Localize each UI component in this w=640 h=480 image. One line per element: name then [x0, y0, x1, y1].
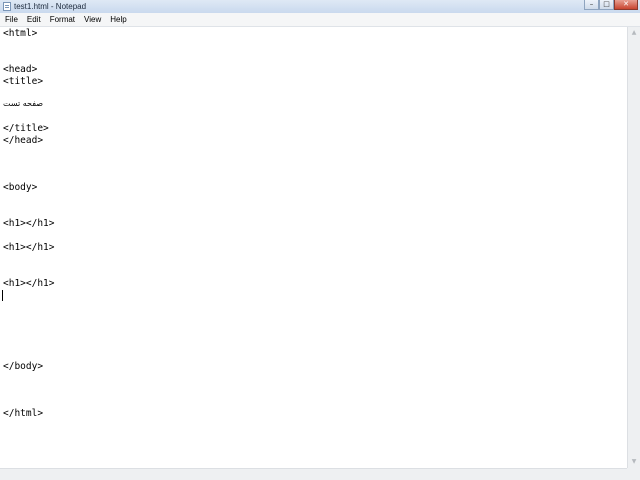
- code-line: <head>: [3, 64, 38, 75]
- code-line: </html>: [3, 408, 44, 419]
- code-line: <title>: [3, 76, 44, 87]
- minimize-button[interactable]: –: [584, 0, 599, 10]
- menu-file[interactable]: File: [0, 13, 22, 26]
- code-line: </head>: [3, 135, 44, 146]
- notepad-icon: [3, 2, 11, 11]
- code-line: </body>: [3, 361, 44, 372]
- code-line: </title>: [3, 123, 49, 134]
- menu-format[interactable]: Format: [45, 13, 79, 26]
- menu-bar: File Edit Format View Help: [0, 13, 640, 27]
- code-line: <h1></h1>: [3, 242, 55, 253]
- title-bar[interactable]: test1.html - Notepad – □ ✕: [0, 0, 640, 14]
- size-grip[interactable]: [627, 468, 640, 480]
- horizontal-scrollbar[interactable]: [0, 468, 627, 480]
- notepad-window: test1.html - Notepad – □ ✕ File Edit For…: [0, 0, 640, 480]
- code-line: <html>: [3, 28, 38, 39]
- close-button[interactable]: ✕: [614, 0, 638, 10]
- code-line: <h1></h1>: [3, 278, 55, 289]
- scroll-up-arrow-icon[interactable]: ▲: [628, 27, 640, 39]
- maximize-button[interactable]: □: [599, 0, 614, 10]
- text-caret: [2, 290, 3, 301]
- caption-buttons: – □ ✕: [584, 0, 638, 11]
- menu-edit[interactable]: Edit: [22, 13, 45, 26]
- menu-help[interactable]: Help: [105, 13, 130, 26]
- code-line: <body>: [3, 182, 38, 193]
- vertical-scrollbar[interactable]: ▲ ▼: [627, 27, 640, 468]
- menu-view[interactable]: View: [79, 13, 105, 26]
- text-editor[interactable]: <html> <head> <title> صفحه تست </title> …: [0, 27, 627, 468]
- scroll-down-arrow-icon[interactable]: ▼: [628, 456, 640, 468]
- code-line: صفحه تست: [3, 99, 44, 108]
- code-line: <h1></h1>: [3, 218, 55, 229]
- window-title: test1.html - Notepad: [14, 2, 87, 11]
